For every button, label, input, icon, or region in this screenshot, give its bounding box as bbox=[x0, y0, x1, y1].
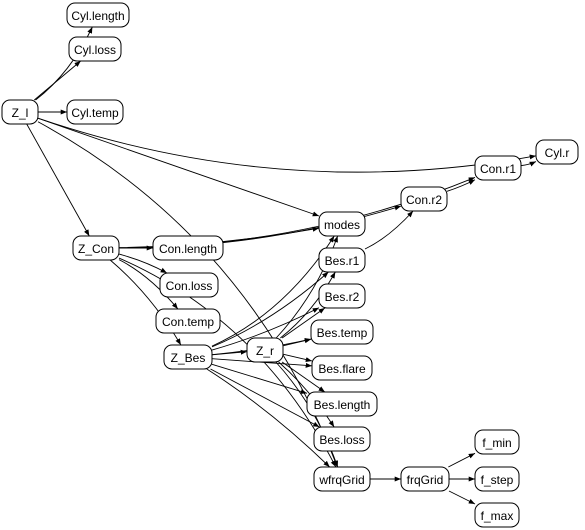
node-bes-r1: Bes.r1 bbox=[318, 247, 366, 273]
node-label: Bes.length bbox=[314, 398, 371, 412]
edge-z_l-to-cyl-r bbox=[37, 117, 537, 173]
graph-canvas: Z_l Cyl.length Cyl.loss Cyl.temp Cyl.r Con.r1… bbox=[1, 2, 579, 528]
edge-con-r2-to-con-r1 bbox=[446, 179, 476, 192]
node-label: Cyl.r bbox=[545, 146, 570, 160]
node-label: Bes.temp bbox=[317, 326, 368, 340]
node-z_con: Z_Con bbox=[72, 235, 120, 261]
node-modes: modes bbox=[318, 211, 366, 237]
edge-z_l-to-z_con bbox=[26, 123, 90, 237]
node-label: Bes.flare bbox=[318, 362, 366, 376]
edge-z_r-to-bes-temp bbox=[282, 338, 312, 347]
node-label: modes bbox=[324, 218, 360, 232]
node-bes-temp: Bes.temp bbox=[310, 319, 374, 345]
edge-z_con-to-wfrqgrid bbox=[118, 257, 337, 468]
node-wfrqgrid: wfrqGrid bbox=[313, 466, 371, 492]
node-label: Z_l bbox=[12, 106, 29, 120]
edge-z_bes-to-wfrqgrid bbox=[206, 368, 330, 468]
edge-z_r-to-bes-flare bbox=[282, 353, 313, 363]
node-label: Bes.loss bbox=[319, 433, 364, 447]
node-label: Con.loss bbox=[166, 279, 213, 293]
edge-z_bes-to-bes-length bbox=[211, 363, 308, 394]
node-con-temp: Con.temp bbox=[155, 308, 221, 334]
node-con-r2: Con.r2 bbox=[400, 186, 448, 212]
node-label: Z_Con bbox=[78, 242, 114, 256]
node-cyl-loss: Cyl.loss bbox=[68, 36, 122, 62]
node-label: Z_r bbox=[256, 344, 274, 358]
edge-z_bes-to-bes-loss bbox=[210, 368, 320, 428]
node-label: Bes.r2 bbox=[325, 290, 360, 304]
dependency-graph: Z_l Cyl.length Cyl.loss Cyl.temp Cyl.r Con.r1… bbox=[0, 0, 585, 530]
node-label: Cyl.loss bbox=[74, 43, 116, 57]
node-label: Con.temp bbox=[162, 315, 214, 329]
node-label: f_min bbox=[482, 436, 511, 450]
node-label: Con.r1 bbox=[480, 162, 516, 176]
node-con-r1: Con.r1 bbox=[474, 155, 522, 181]
edge-z_l-to-cyl-loss bbox=[33, 60, 82, 101]
node-label: wfrqGrid bbox=[318, 473, 364, 487]
node-bes-length: Bes.length bbox=[306, 391, 378, 417]
edge-bes-r1-to-con-r2 bbox=[364, 210, 414, 250]
edge-frqgrid-to-f_max bbox=[448, 490, 476, 505]
node-label: Cyl.length bbox=[71, 9, 124, 23]
edge-con-r1-to-cyl-r bbox=[520, 161, 537, 167]
node-z_bes: Z_Bes bbox=[163, 344, 213, 370]
node-label: frqGrid bbox=[407, 473, 444, 487]
node-cyl-length: Cyl.length bbox=[66, 2, 130, 28]
node-frqgrid: frqGrid bbox=[400, 466, 450, 492]
node-cyl-r: Cyl.r bbox=[535, 139, 579, 165]
node-bes-flare: Bes.flare bbox=[311, 355, 373, 381]
node-label: f_max bbox=[481, 509, 514, 523]
node-label: f_step bbox=[481, 473, 514, 487]
node-cyl-temp: Cyl.temp bbox=[66, 99, 124, 125]
node-z_r: Z_r bbox=[246, 337, 284, 363]
node-bes-loss: Bes.loss bbox=[313, 426, 371, 452]
edge-z_l-to-modes bbox=[37, 117, 320, 217]
node-con-loss: Con.loss bbox=[159, 272, 219, 298]
node-z_l: Z_l bbox=[1, 99, 39, 125]
node-label: Con.length bbox=[159, 242, 217, 256]
edge-frqgrid-to-f_min bbox=[448, 452, 476, 468]
node-f_step: f_step bbox=[474, 466, 520, 492]
node-label: Cyl.temp bbox=[71, 106, 119, 120]
node-f_max: f_max bbox=[474, 502, 520, 528]
node-con-length: Con.length bbox=[152, 235, 224, 261]
node-label: Con.r2 bbox=[406, 193, 442, 207]
node-bes-r2: Bes.r2 bbox=[318, 283, 366, 309]
node-f_min: f_min bbox=[474, 429, 520, 455]
node-label: Z_Bes bbox=[171, 351, 206, 365]
node-label: Bes.r1 bbox=[325, 254, 360, 268]
